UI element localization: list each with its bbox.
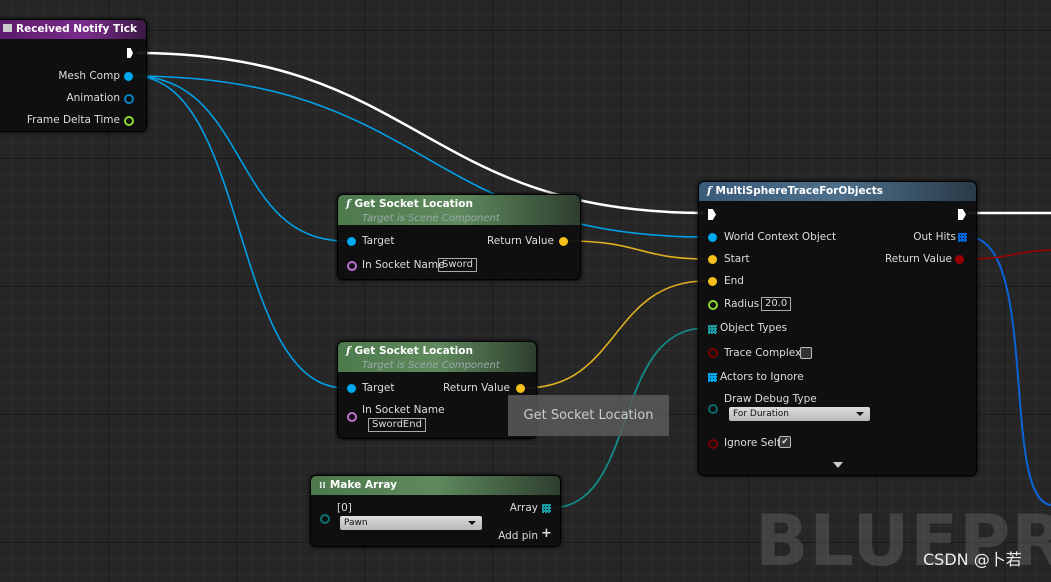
mesh-to-target2 xyxy=(132,75,346,389)
target-label: Target xyxy=(362,235,395,247)
trace-complex-pin[interactable] xyxy=(708,348,718,358)
socket-name-input[interactable]: Sword xyxy=(438,258,477,272)
animation-pin[interactable] xyxy=(124,94,134,104)
event-icon xyxy=(3,24,12,32)
trace-complex-label: Trace Complex xyxy=(724,347,802,359)
start-pin[interactable] xyxy=(708,255,717,264)
target-label: Target xyxy=(362,382,395,394)
node-subtitle: Target is Scene Component xyxy=(362,360,500,371)
function-icon: f xyxy=(346,345,351,357)
actors-ignore-label: Actors to Ignore xyxy=(720,371,804,383)
node-title: Received Notify Tick xyxy=(16,23,137,35)
socket-name-label: In Socket Name xyxy=(362,259,445,271)
return1-to-start xyxy=(567,240,707,260)
add-pin-button[interactable]: Add pin xyxy=(498,530,538,542)
node-title: Get Socket Location xyxy=(354,198,473,210)
draw-debug-label: Draw Debug Type xyxy=(724,393,817,405)
outhits-wire xyxy=(967,236,1051,506)
node-subtitle: Target is Scene Component xyxy=(362,213,500,224)
return-value-pin[interactable] xyxy=(559,237,568,246)
radius-pin[interactable] xyxy=(708,300,718,310)
pin-label-frame-delta: Frame Delta Time xyxy=(26,114,120,126)
ignore-self-pin[interactable] xyxy=(708,439,718,449)
frame-delta-pin[interactable] xyxy=(124,116,134,126)
get-socket-location-node-2[interactable]: f Get Socket Location Target is Scene Com… xyxy=(337,341,537,439)
target-pin[interactable] xyxy=(347,237,356,246)
element-pin[interactable] xyxy=(320,514,330,524)
return-label: Return Value xyxy=(486,235,554,247)
socket-name-label: In Socket Name xyxy=(362,404,445,416)
exec-out-pin[interactable] xyxy=(958,209,966,220)
credit-watermark: CSDN @卜若 xyxy=(923,550,1022,569)
array-icon: ⁞⁞ xyxy=(319,481,326,491)
draw-debug-pin[interactable] xyxy=(708,404,718,414)
draw-debug-dropdown[interactable]: For Duration xyxy=(729,407,870,421)
ignore-self-label: Ignore Self xyxy=(724,437,781,449)
pin-label-animation: Animation xyxy=(66,92,120,104)
world-context-label: World Context Object xyxy=(724,231,837,243)
object-types-pin[interactable] xyxy=(708,325,717,334)
mesh-to-target1 xyxy=(132,75,346,242)
socket-name-pin[interactable] xyxy=(347,412,357,422)
out-hits-label: Out Hits xyxy=(913,231,956,243)
target-pin[interactable] xyxy=(347,384,356,393)
exec-wire xyxy=(136,51,706,215)
plus-icon[interactable]: + xyxy=(541,526,552,541)
multi-sphere-trace-node[interactable]: f MultiSphereTraceForObjects World Contex… xyxy=(698,181,977,476)
radius-label: Radius xyxy=(724,298,760,310)
node-title: MultiSphereTraceForObjects xyxy=(715,185,884,197)
end-pin[interactable] xyxy=(708,277,717,286)
return-value-pin[interactable] xyxy=(516,384,525,393)
node-title: Make Array xyxy=(329,479,397,491)
ignore-self-checkbox[interactable]: ✔ xyxy=(779,436,791,448)
function-icon: f xyxy=(707,185,712,197)
array-out-pin[interactable] xyxy=(542,504,551,513)
return-value-label: Return Value xyxy=(884,253,952,265)
make-array-node[interactable]: ⁞⁞ Make Array [0] Pawn Array Add pin + xyxy=(310,475,561,547)
world-context-pin[interactable] xyxy=(708,233,717,242)
mesh-comp-pin[interactable] xyxy=(124,72,133,81)
trace-complex-checkbox[interactable] xyxy=(800,347,812,359)
object-types-label: Object Types xyxy=(720,322,788,334)
function-icon: f xyxy=(346,198,351,210)
start-label: Start xyxy=(724,253,750,265)
exec-out-pin[interactable] xyxy=(127,48,133,58)
radius-input[interactable]: 20.0 xyxy=(761,297,792,311)
socket-name-input[interactable]: SwordEnd xyxy=(368,418,426,432)
return-label: Return Value xyxy=(442,382,510,394)
out-hits-pin[interactable] xyxy=(958,233,967,242)
return-red-wire xyxy=(964,249,1051,260)
end-label: End xyxy=(724,275,744,287)
socket-name-pin[interactable] xyxy=(347,261,357,271)
pin-label-mesh-comp: Mesh Comp xyxy=(58,70,120,82)
node-title: Get Socket Location xyxy=(354,345,473,357)
received-notify-tick-node[interactable]: Received Notify Tick Mesh Comp Animation… xyxy=(0,19,147,132)
actors-ignore-pin[interactable] xyxy=(708,373,717,382)
element-dropdown[interactable]: Pawn xyxy=(340,516,482,530)
expand-arrow-icon[interactable] xyxy=(833,462,843,473)
exec-in-pin[interactable] xyxy=(708,209,716,220)
return-value-pin[interactable] xyxy=(955,255,964,264)
index-label: [0] xyxy=(337,502,352,514)
array-label: Array xyxy=(509,502,538,514)
get-socket-location-node-1[interactable]: f Get Socket Location Target is Scene Com… xyxy=(337,194,581,280)
tooltip: Get Socket Location xyxy=(508,395,669,436)
